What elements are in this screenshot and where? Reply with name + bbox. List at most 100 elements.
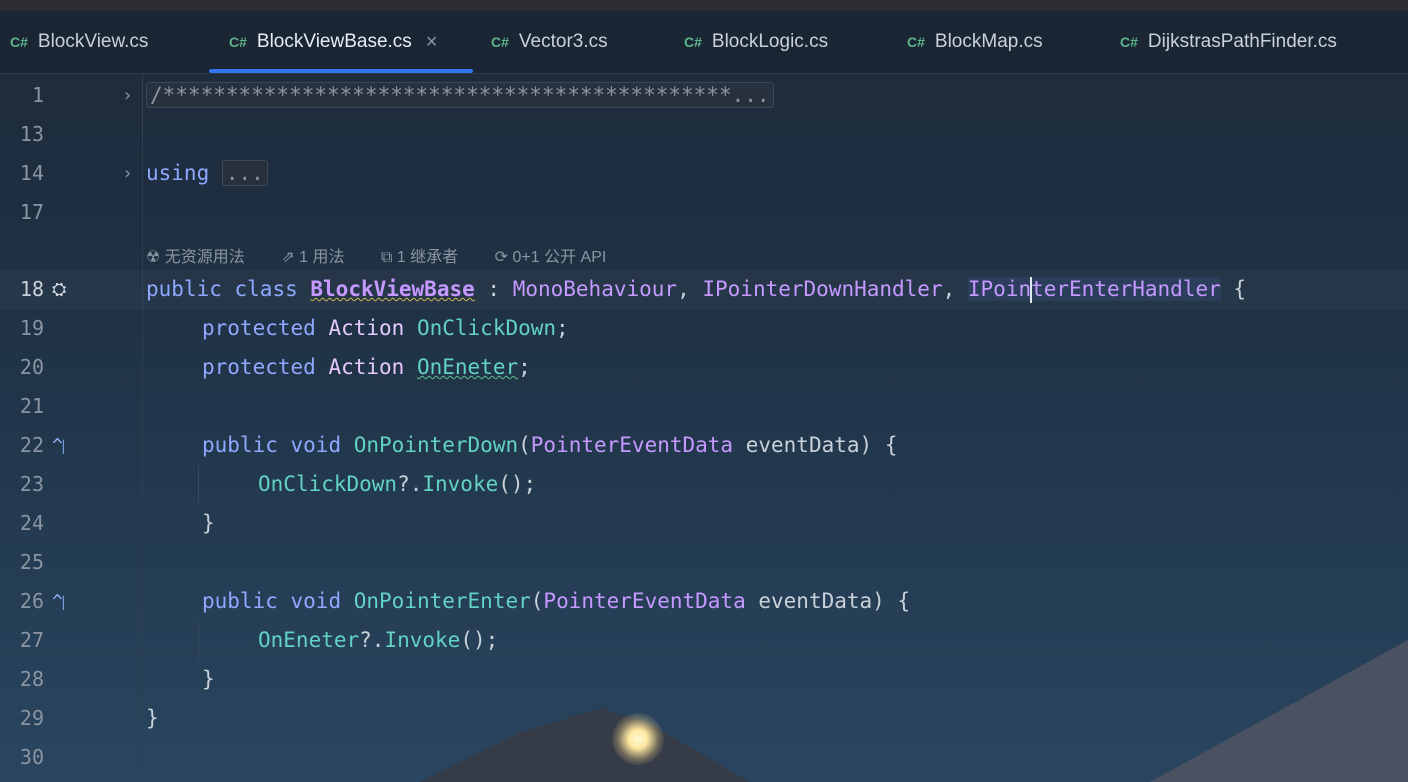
tab-dijkstraspathfinder[interactable]: C# DijkstrasPathFinder.cs xyxy=(1120,11,1337,73)
csharp-file-icon: C# xyxy=(907,34,925,50)
type-name[interactable]: PointerEventData xyxy=(531,433,733,457)
base-type[interactable]: terEnterHandler xyxy=(1031,277,1221,301)
tab-blocklogic[interactable]: C# BlockLogic.cs xyxy=(684,11,828,73)
hint-usages[interactable]: ☢ 无资源用法 xyxy=(146,249,261,266)
hint-text: 1 继承者 xyxy=(396,249,459,266)
line-number: 30 xyxy=(19,745,44,769)
base-type[interactable]: IPoin xyxy=(968,277,1031,301)
hint-text: 无资源用法 xyxy=(164,249,245,266)
closing-brace: } xyxy=(146,706,159,730)
chevron-right-icon[interactable]: › xyxy=(122,76,133,115)
punctuation: ) { xyxy=(859,433,898,457)
code-line[interactable]: 30 xyxy=(0,738,1408,777)
closing-brace: } xyxy=(202,511,215,535)
fold-placeholder[interactable]: ... xyxy=(221,160,268,186)
line-number: 23 xyxy=(19,472,44,496)
hint-text: 1 用法 xyxy=(299,249,345,266)
code-line[interactable]: 14 › using ... xyxy=(0,154,1408,193)
field-name[interactable]: OnEneter xyxy=(258,628,359,652)
punctuation: { xyxy=(1220,277,1247,301)
editor-tab-bar: C# BlockView.cs C# BlockViewBase.cs × C#… xyxy=(0,11,1408,74)
punctuation: ( xyxy=(518,433,531,457)
folded-comment[interactable]: /***************************************… xyxy=(146,76,774,115)
statement[interactable]: OnEneter?.Invoke(); xyxy=(258,621,498,660)
window-top-strip xyxy=(0,0,1408,11)
base-type[interactable]: MonoBehaviour xyxy=(513,277,677,301)
punctuation: ?. xyxy=(359,628,385,652)
statement[interactable]: OnClickDown?.Invoke(); xyxy=(258,465,536,504)
field-declaration[interactable]: protected Action OnEneter; xyxy=(202,348,531,387)
fold-placeholder[interactable]: /***************************************… xyxy=(146,82,774,108)
tab-label: Vector3.cs xyxy=(518,31,608,52)
method-name[interactable]: Invoke xyxy=(384,628,460,652)
parameter-name[interactable]: eventData xyxy=(758,589,872,613)
tab-blockmap[interactable]: C# BlockMap.cs xyxy=(907,11,1043,73)
field-declaration[interactable]: protected Action OnClickDown; xyxy=(202,309,569,348)
tab-vector3[interactable]: C# Vector3.cs xyxy=(491,11,608,73)
field-name[interactable]: OnEneter xyxy=(417,355,518,379)
chevron-right-icon[interactable]: › xyxy=(122,154,133,193)
csharp-file-icon: C# xyxy=(10,34,28,50)
csharp-file-icon: C# xyxy=(684,34,702,50)
line-number: 1 xyxy=(31,83,44,107)
punctuation: ( xyxy=(530,589,544,613)
code-line[interactable]: 17 xyxy=(0,193,1408,232)
method-declaration[interactable]: public void OnPointerDown(PointerEventDa… xyxy=(202,426,897,465)
parameter-name[interactable]: eventData xyxy=(746,433,860,457)
line-number: 14 xyxy=(19,161,44,185)
field-name[interactable]: OnClickDown xyxy=(258,472,397,496)
code-line-current[interactable]: 18 ⛭ public class BlockViewBase : MonoBe… xyxy=(0,270,1408,309)
code-line[interactable]: 23 OnClickDown?.Invoke(); xyxy=(0,465,1408,504)
field-name[interactable]: OnClickDown xyxy=(417,316,556,340)
base-type[interactable]: IPointerDownHandler xyxy=(702,277,942,301)
punctuation: (); xyxy=(498,472,537,496)
tab-blockview[interactable]: C# BlockView.cs xyxy=(10,11,148,73)
hint-inheritors[interactable]: ⧉ 1 继承者 xyxy=(381,249,474,266)
code-line[interactable]: 27 OnEneter?.Invoke(); xyxy=(0,621,1408,660)
code-line[interactable]: 28 } xyxy=(0,660,1408,699)
code-line[interactable]: 21 xyxy=(0,387,1408,426)
code-line[interactable]: 1 › /***********************************… xyxy=(0,76,1408,115)
implements-up-icon[interactable]: ^▏ xyxy=(52,582,70,623)
keyword: public xyxy=(202,433,278,457)
keyword: class xyxy=(234,277,298,301)
code-line[interactable]: 24 } xyxy=(0,504,1408,543)
csharp-file-icon: C# xyxy=(491,34,509,50)
line-number: 18 xyxy=(19,277,44,301)
line-number: 28 xyxy=(19,667,44,691)
using-directive[interactable]: using ... xyxy=(146,154,268,193)
hint-public-api[interactable]: ⟳ 0+1 公开 API xyxy=(495,249,623,266)
code-line[interactable]: 26 ^▏ public void OnPointerEnter(Pointer… xyxy=(0,582,1408,621)
keyword: public xyxy=(202,589,278,613)
line-number: 24 xyxy=(19,511,44,535)
punctuation: , xyxy=(942,277,968,301)
code-line[interactable]: 19 protected Action OnClickDown; xyxy=(0,309,1408,348)
line-number: 25 xyxy=(19,550,44,574)
tab-label: DijkstrasPathFinder.cs xyxy=(1147,31,1337,52)
implements-up-icon[interactable]: ^▏ xyxy=(52,426,70,467)
code-line[interactable]: 25 xyxy=(0,543,1408,582)
tab-blockviewbase[interactable]: C# BlockViewBase.cs × xyxy=(229,11,437,73)
type-name[interactable]: PointerEventData xyxy=(543,589,745,613)
line-number: 17 xyxy=(19,200,44,224)
closing-brace: } xyxy=(202,667,215,691)
punctuation: ) { xyxy=(872,589,911,613)
csharp-file-icon: C# xyxy=(1120,34,1138,50)
broom-icon[interactable]: ⛭ xyxy=(52,270,66,309)
hint-usage-count[interactable]: ⇗ 1 用法 xyxy=(281,249,360,266)
line-number: 19 xyxy=(19,316,44,340)
method-name[interactable]: Invoke xyxy=(422,472,498,496)
code-line[interactable]: 22 ^▏ public void OnPointerDown(PointerE… xyxy=(0,426,1408,465)
class-declaration[interactable]: public class BlockViewBase : MonoBehavio… xyxy=(146,270,1246,309)
type-name[interactable]: Action xyxy=(328,316,404,340)
code-line[interactable]: 13 xyxy=(0,115,1408,154)
type-name[interactable]: Action xyxy=(328,355,404,379)
code-line[interactable]: 29 } xyxy=(0,699,1408,738)
code-line[interactable]: 20 protected Action OnEneter; xyxy=(0,348,1408,387)
method-name[interactable]: OnPointerDown xyxy=(354,433,518,457)
method-name[interactable]: OnPointerEnter xyxy=(354,589,531,613)
class-name[interactable]: BlockViewBase xyxy=(310,277,474,301)
method-declaration[interactable]: public void OnPointerEnter(PointerEventD… xyxy=(202,582,910,621)
close-icon[interactable]: × xyxy=(426,31,438,54)
tab-label: BlockView.cs xyxy=(37,31,149,52)
